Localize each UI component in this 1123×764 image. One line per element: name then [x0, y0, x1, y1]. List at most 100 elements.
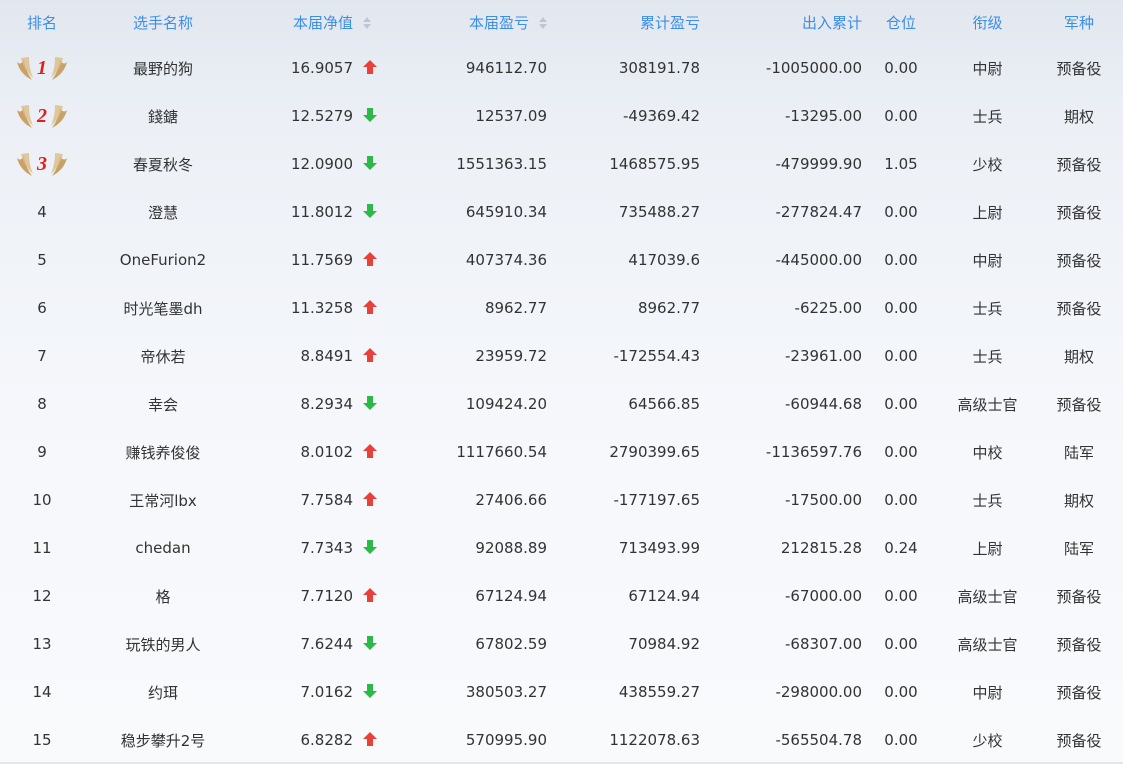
cell-player-name[interactable]: 幸会 — [84, 380, 242, 428]
cell-inout: -565504.78 — [775, 731, 862, 749]
cell-inout: -479999.90 — [775, 155, 862, 173]
table-row[interactable]: 1 最野的狗 16.9057 946112.70 308191.78 -1005000.0… — [0, 44, 1123, 92]
cell-nav-value: 8.2934 — [300, 395, 354, 413]
cell-profit: 67124.94 — [475, 587, 547, 605]
cell-grade: 少校 — [972, 155, 1003, 174]
header-inout[interactable]: 出入累计 — [700, 0, 862, 44]
table-body: 1 最野的狗 16.9057 946112.70 308191.78 -1005000.0… — [0, 44, 1123, 764]
cell-position: 0.00 — [884, 59, 918, 77]
table-row[interactable]: 9 赚钱养俊俊 8.0102 1117660.54 2790399.65 -1136597… — [0, 428, 1123, 476]
header-rank-label: 排名 — [26, 13, 57, 32]
table-row[interactable]: 10 王常河lbx 7.7584 27406.66 -177197.65 -17500.0… — [0, 476, 1123, 524]
cell-nav: 8.2934 — [242, 380, 397, 428]
header-cumulative-label: 累计盈亏 — [639, 13, 700, 32]
header-cumulative[interactable]: 累计盈亏 — [547, 0, 700, 44]
cell-branch: 预备役 — [1056, 155, 1102, 174]
cell-player-name[interactable]: 最野的狗 — [84, 44, 242, 92]
cell-player-name[interactable]: 稳步攀升2号 — [84, 716, 242, 764]
table-row[interactable]: 13 玩铁的男人 7.6244 67802.59 70984.92 -68307.00 0.… — [0, 620, 1123, 668]
cell-player-name[interactable]: 赚钱养俊俊 — [84, 428, 242, 476]
table-row[interactable]: 12 格 7.7120 67124.94 67124.94 -67000.00 0.00 高级… — [0, 572, 1123, 620]
cell-player-name[interactable]: chedan — [84, 524, 242, 572]
sort-icon[interactable] — [539, 16, 547, 29]
cell-grade: 中尉 — [972, 59, 1003, 78]
table-row[interactable]: 6 时光笔墨dh 11.3258 8962.77 8962.77 -6225.00 0.00… — [0, 284, 1123, 332]
cell-branch: 预备役 — [1056, 251, 1102, 270]
cell-cumulative: 735488.27 — [618, 203, 700, 221]
cell-cumulative: 1468575.95 — [609, 155, 700, 173]
cell-player-name[interactable]: 时光笔墨dh — [84, 284, 242, 332]
header-branch[interactable]: 军种 — [1035, 0, 1123, 44]
cell-position: 0.00 — [884, 443, 918, 461]
table-row[interactable]: 8 幸会 8.2934 109424.20 64566.85 -60944.68 0.00 高… — [0, 380, 1123, 428]
cell-inout: -60944.68 — [785, 395, 862, 413]
table-row[interactable]: 15 稳步攀升2号 6.8282 570995.90 1122078.63 -565504… — [0, 716, 1123, 764]
cell-cumulative: 64566.85 — [628, 395, 700, 413]
header-position[interactable]: 仓位 — [862, 0, 940, 44]
cell-nav-value: 12.5279 — [290, 107, 353, 125]
cell-branch: 陆军 — [1063, 539, 1094, 558]
cell-grade: 上尉 — [972, 203, 1003, 222]
cell-player-name[interactable]: 玩铁的男人 — [84, 620, 242, 668]
cell-cumulative: 67124.94 — [628, 587, 700, 605]
table-row[interactable]: 5 OneFurion2 11.7569 407374.36 417039.6 -4450… — [0, 236, 1123, 284]
header-profit[interactable]: 本届盈亏 — [397, 0, 547, 44]
cell-branch: 陆军 — [1063, 443, 1094, 462]
table-row[interactable]: 7 帝休若 8.8491 23959.72 -172554.43 -23961.00 0.0… — [0, 332, 1123, 380]
cell-player-name[interactable]: OneFurion2 — [84, 236, 242, 284]
header-nav-label: 本届净值 — [292, 13, 353, 32]
cell-nav-value: 7.6244 — [300, 635, 354, 653]
cell-player-name[interactable]: 春夏秋冬 — [84, 140, 242, 188]
cell-profit: 12537.09 — [475, 107, 547, 125]
table-row[interactable]: 3 春夏秋冬 12.0900 1551363.15 1468575.95 -479999.… — [0, 140, 1123, 188]
arrow-down-icon — [363, 540, 377, 554]
cell-grade: 中尉 — [972, 251, 1003, 270]
cell-player-name[interactable]: 帝休若 — [84, 332, 242, 380]
table-row[interactable]: 11 chedan 7.7343 92088.89 713493.99 212815.28… — [0, 524, 1123, 572]
cell-player-name[interactable]: 錢鎕 — [84, 92, 242, 140]
header-rank[interactable]: 排名 — [0, 0, 84, 44]
cell-player-name[interactable]: 格 — [84, 572, 242, 620]
medal-rank-number: 1 — [37, 57, 47, 79]
cell-rank: 12 — [32, 587, 52, 605]
cell-inout: -277824.47 — [775, 203, 862, 221]
sort-icon[interactable] — [363, 16, 371, 29]
header-grade[interactable]: 衔级 — [940, 0, 1035, 44]
cell-branch: 预备役 — [1056, 203, 1102, 222]
arrow-up-icon — [363, 348, 377, 362]
cell-player-name[interactable]: 王常河lbx — [84, 476, 242, 524]
arrow-up-icon — [363, 492, 377, 506]
cell-nav: 7.7120 — [242, 572, 397, 620]
cell-player-name[interactable]: 澄慧 — [84, 188, 242, 236]
cell-inout: -445000.00 — [775, 251, 862, 269]
cell-cumulative: 308191.78 — [618, 59, 700, 77]
cell-profit: 407374.36 — [465, 251, 547, 269]
table-row[interactable]: 2 錢鎕 12.5279 12537.09 -49369.42 -13295.00 0.00… — [0, 92, 1123, 140]
cell-nav-value: 11.7569 — [290, 251, 353, 269]
table-row[interactable]: 14 约珥 7.0162 380503.27 438559.27 -298000.00 0.… — [0, 668, 1123, 716]
table-row[interactable]: 4 澄慧 11.8012 645910.34 735488.27 -277824.47 0.… — [0, 188, 1123, 236]
cell-rank: 5 — [37, 251, 47, 269]
cell-player-name[interactable]: 约珥 — [84, 668, 242, 716]
winged-medal-icon: 3 — [17, 153, 67, 176]
cell-cumulative: 417039.6 — [628, 251, 700, 269]
arrow-up-icon — [363, 588, 377, 602]
cell-cumulative: 2790399.65 — [609, 443, 700, 461]
cell-nav-value: 16.9057 — [290, 59, 353, 77]
cell-nav: 12.5279 — [242, 92, 397, 140]
cell-inout: -1136597.76 — [765, 443, 862, 461]
cell-position: 0.24 — [884, 539, 918, 557]
cell-nav-value: 12.0900 — [290, 155, 353, 173]
header-name[interactable]: 选手名称 — [84, 0, 242, 44]
cell-cumulative: 70984.92 — [628, 635, 700, 653]
header-nav[interactable]: 本届净值 — [242, 0, 397, 44]
arrow-up-icon — [363, 444, 377, 458]
cell-inout: -6225.00 — [794, 299, 862, 317]
table-header: 排名 选手名称 本届净值 本届盈亏 累计盈亏 出入累计 仓位 衔级 军种 — [0, 0, 1123, 44]
cell-inout: -17500.00 — [785, 491, 862, 509]
cell-position: 0.00 — [884, 347, 918, 365]
arrow-down-icon — [363, 636, 377, 650]
arrow-down-icon — [363, 684, 377, 698]
cell-nav-value: 11.3258 — [290, 299, 353, 317]
cell-cumulative: -49369.42 — [623, 107, 700, 125]
